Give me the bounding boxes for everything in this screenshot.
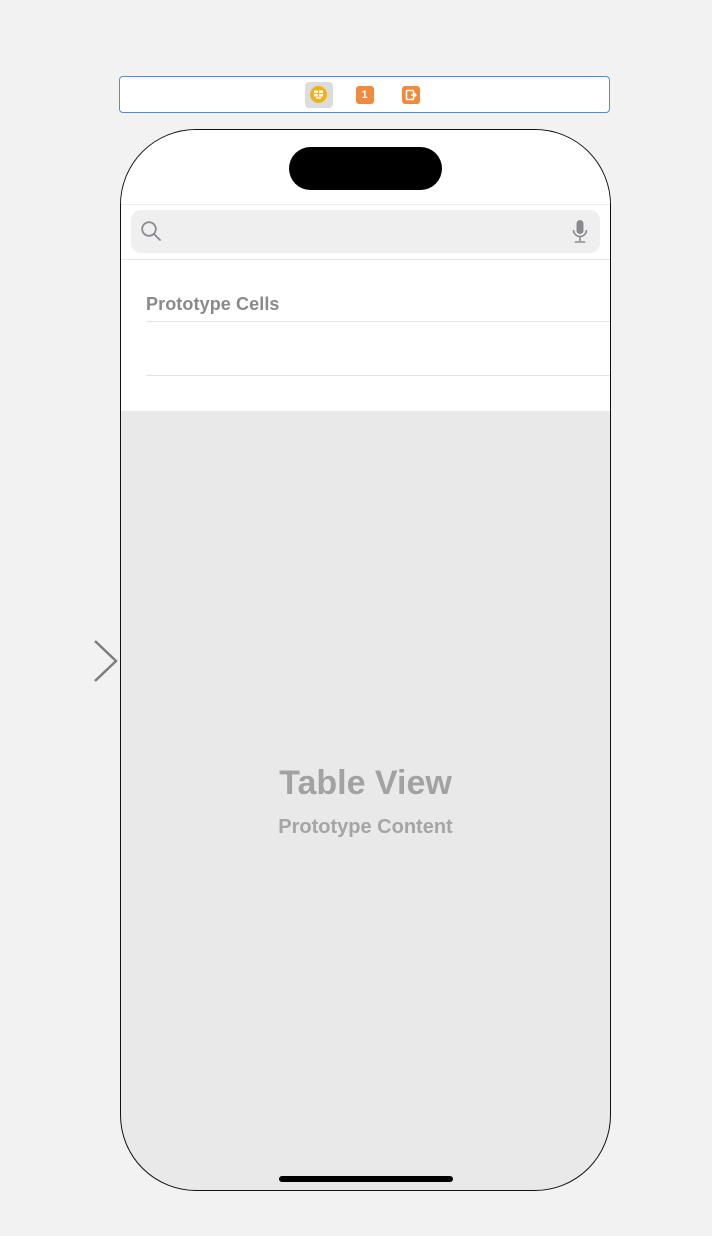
first-responder-dock-item[interactable]: 1 xyxy=(351,82,379,108)
dynamic-island xyxy=(289,147,442,190)
view-controller-icon xyxy=(310,86,327,103)
first-responder-icon: 1 xyxy=(355,85,374,104)
storyboard-canvas: 1 Prototype Cells Table View Prototype C… xyxy=(0,0,712,1236)
search-icon xyxy=(141,221,161,241)
section-header: Prototype Cells xyxy=(146,294,280,314)
first-responder-label: 1 xyxy=(361,88,368,101)
home-indicator xyxy=(279,1176,453,1182)
microphone-icon[interactable] xyxy=(572,219,588,245)
device-frame: Prototype Cells Table View Prototype Con… xyxy=(120,129,611,1191)
view-controller-dock-item[interactable] xyxy=(304,81,333,108)
table-view-placeholder-title: Table View xyxy=(279,764,452,802)
cell-separator xyxy=(146,375,610,376)
search-bar[interactable] xyxy=(131,210,600,253)
divider xyxy=(121,259,610,260)
cell-separator xyxy=(146,321,610,322)
exit-dock-item[interactable] xyxy=(397,82,425,108)
table-view-placeholder-subtitle: Prototype Content xyxy=(278,816,453,838)
entry-point-arrow[interactable] xyxy=(0,638,120,684)
divider xyxy=(121,204,610,205)
exit-icon xyxy=(401,85,420,104)
scene-dock[interactable]: 1 xyxy=(119,76,610,113)
